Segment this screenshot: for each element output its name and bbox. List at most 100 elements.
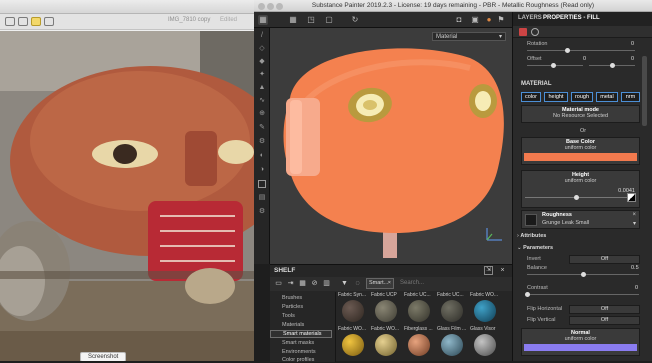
shelf-category-smart-materials[interactable]: Smart materials bbox=[270, 330, 332, 338]
offset-slider[interactable]: Offset 0 0 bbox=[513, 56, 641, 74]
texture-set-icon[interactable] bbox=[258, 180, 266, 188]
shelf-category-tools[interactable]: Tools bbox=[282, 313, 295, 319]
slider-handle[interactable] bbox=[581, 272, 586, 277]
base-color-box[interactable]: Base Color uniform color bbox=[521, 137, 640, 165]
invert-toggle[interactable]: Off bbox=[569, 255, 640, 264]
markup-icon[interactable] bbox=[31, 17, 41, 26]
clone-icon[interactable]: ⊕ bbox=[258, 110, 266, 118]
channel-rough-button[interactable]: rough bbox=[571, 92, 593, 102]
base-color-swatch[interactable] bbox=[524, 153, 637, 161]
layout-icon[interactable]: ▢ bbox=[324, 15, 334, 25]
height-gradient-swatch[interactable] bbox=[627, 193, 636, 202]
delete-icon[interactable]: ▥ bbox=[322, 279, 331, 288]
height-slider-handle[interactable] bbox=[574, 195, 579, 200]
shelf-category-smart-masks[interactable]: Smart masks bbox=[282, 340, 314, 346]
history-icon[interactable]: ↻ bbox=[350, 15, 360, 25]
shelf-category-environments[interactable]: Environments bbox=[282, 349, 316, 355]
render-icon[interactable]: ▣ bbox=[470, 15, 480, 25]
shelf-search-input[interactable]: Search... bbox=[400, 280, 424, 286]
shelf-category-materials[interactable]: Materials bbox=[282, 322, 304, 328]
channel-nrm-button[interactable]: nrm bbox=[621, 92, 640, 102]
painter-tool-sidebar: / ◇ ◆ ✦ ▲ ∿ ⊕ ✎ ⚙ ◐ ◑ ▤ ⚙ bbox=[254, 28, 270, 264]
roughness-box[interactable]: Roughness Grunge Leak Small × ▾ bbox=[521, 210, 640, 229]
shelf-popout-icon[interactable]: ⇲ bbox=[484, 266, 493, 275]
channel-color-button[interactable]: color bbox=[521, 92, 541, 102]
tile-view-icon[interactable]: ▦ bbox=[288, 15, 298, 25]
height-box[interactable]: Height uniform color 0.0041 bbox=[521, 170, 640, 208]
material-ball-icon[interactable] bbox=[531, 28, 539, 36]
panel-scrollbar[interactable] bbox=[642, 56, 647, 126]
folder-icon[interactable]: ▭ bbox=[274, 279, 283, 288]
info-icon[interactable] bbox=[5, 17, 15, 26]
eraser-icon[interactable]: ◇ bbox=[258, 45, 266, 53]
tab-properties-fill[interactable]: PROPERTIES - FILL bbox=[543, 15, 600, 21]
chevron-down-icon: ⌄ bbox=[517, 245, 522, 251]
material-thumbnail[interactable]: Fabric UC... bbox=[404, 292, 436, 322]
chevron-down-icon[interactable]: ▾ bbox=[633, 220, 636, 227]
fill-icon[interactable] bbox=[519, 28, 527, 36]
slider-handle[interactable] bbox=[525, 292, 530, 297]
channel-metal-button[interactable]: metal bbox=[596, 92, 618, 102]
material-thumbnail[interactable]: Fiberglass ... bbox=[404, 326, 436, 356]
slider-handle[interactable] bbox=[610, 63, 615, 68]
viewport-mode-dropdown[interactable]: Material ▾ bbox=[432, 32, 506, 41]
bake-icon[interactable]: ⚙ bbox=[258, 138, 266, 146]
tab-layers[interactable]: LAYERS bbox=[518, 15, 542, 21]
import-icon[interactable]: ⇥ bbox=[286, 279, 295, 288]
flip-horizontal-toggle[interactable]: Off bbox=[569, 305, 640, 314]
material-thumbnail[interactable]: Fabric WO... bbox=[470, 292, 502, 322]
channel-height-button[interactable]: height bbox=[544, 92, 568, 102]
slider-handle[interactable] bbox=[565, 48, 570, 53]
balance-slider[interactable]: Balance 0.5 bbox=[521, 265, 649, 283]
screenshot-thumbnail-label[interactable]: Screenshot bbox=[80, 352, 127, 361]
shelf-category-brushes[interactable]: Brushes bbox=[282, 295, 302, 301]
material-thumbnail[interactable]: Glass Visor bbox=[470, 326, 502, 356]
material-thumbnail[interactable]: Fabric WO... bbox=[338, 326, 370, 356]
slider-handle[interactable] bbox=[551, 63, 556, 68]
hide-icon[interactable]: ⊘ bbox=[310, 279, 319, 288]
display-settings-icon[interactable]: ◐ bbox=[258, 152, 266, 160]
paint-brush-icon[interactable]: / bbox=[258, 32, 266, 40]
shelf-category-particles[interactable]: Particles bbox=[282, 304, 303, 310]
material-thumbnail[interactable]: Fabric UCP bbox=[371, 292, 403, 322]
material-thumbnail[interactable]: Fabric WO... bbox=[371, 326, 403, 356]
contrast-slider[interactable]: Contrast 0 bbox=[521, 285, 649, 303]
smudge-icon[interactable]: ∿ bbox=[258, 97, 266, 105]
material-thumbnail[interactable]: Fabric Syn... bbox=[338, 292, 370, 322]
shelf-toolbar: ▭ ⇥ ▦ ⊘ ▥ ▼ ◌ Smart... × Search... bbox=[270, 277, 512, 291]
offset-value-v: 0 bbox=[631, 56, 635, 62]
shader-settings-icon[interactable]: ◑ bbox=[258, 166, 266, 174]
shelf-category-color-profiles[interactable]: Color profiles bbox=[282, 357, 314, 363]
bookmark-icon[interactable]: ⚑ bbox=[496, 15, 506, 25]
normal-color-swatch[interactable] bbox=[524, 344, 637, 351]
attributes-section[interactable]: › Attributes bbox=[517, 233, 546, 239]
chip-close-icon[interactable]: × bbox=[388, 279, 391, 288]
parameters-section[interactable]: ⌄ Parameters bbox=[517, 245, 553, 251]
material-mode-value: No Resource Selected bbox=[552, 113, 609, 119]
viewer-settings-icon[interactable]: ▤ bbox=[258, 194, 266, 202]
grid-view-icon[interactable]: ▦ bbox=[298, 279, 307, 288]
geometry-decal-icon[interactable]: ✦ bbox=[258, 71, 266, 79]
shelf-filter-chip[interactable]: Smart... × bbox=[366, 278, 394, 289]
grid-menu-icon[interactable]: ▦ bbox=[258, 15, 268, 25]
share-icon[interactable] bbox=[44, 17, 54, 26]
roughness-texture-thumbnail[interactable] bbox=[525, 214, 537, 226]
refresh-icon[interactable]: ◌ bbox=[353, 279, 362, 288]
perspective-icon[interactable]: ◳ bbox=[306, 15, 316, 25]
zoom-icon[interactable] bbox=[18, 17, 28, 26]
camera-icon[interactable]: ◘ bbox=[454, 15, 464, 25]
remove-resource-icon[interactable]: × bbox=[632, 212, 636, 218]
flip-vertical-toggle[interactable]: Off bbox=[569, 316, 640, 325]
recording-icon[interactable]: ● bbox=[484, 15, 494, 25]
plugin-settings-icon[interactable]: ⚙ bbox=[258, 208, 266, 216]
material-mode-box[interactable]: Material mode No Resource Selected bbox=[521, 105, 640, 123]
normal-box[interactable]: Normal uniform color bbox=[521, 328, 640, 356]
material-thumbnail[interactable]: Glass Film ... bbox=[437, 326, 469, 356]
projection-icon[interactable]: ◆ bbox=[258, 58, 266, 66]
color-picker-icon[interactable]: ✎ bbox=[258, 124, 266, 132]
polygon-fill-icon[interactable]: ▲ bbox=[258, 84, 266, 92]
3d-viewport[interactable]: Material ▾ bbox=[270, 28, 512, 264]
filter-icon[interactable]: ▼ bbox=[340, 279, 349, 288]
material-thumbnail[interactable]: Fabric UC... bbox=[437, 292, 469, 322]
shelf-close-icon[interactable]: × bbox=[498, 266, 507, 275]
